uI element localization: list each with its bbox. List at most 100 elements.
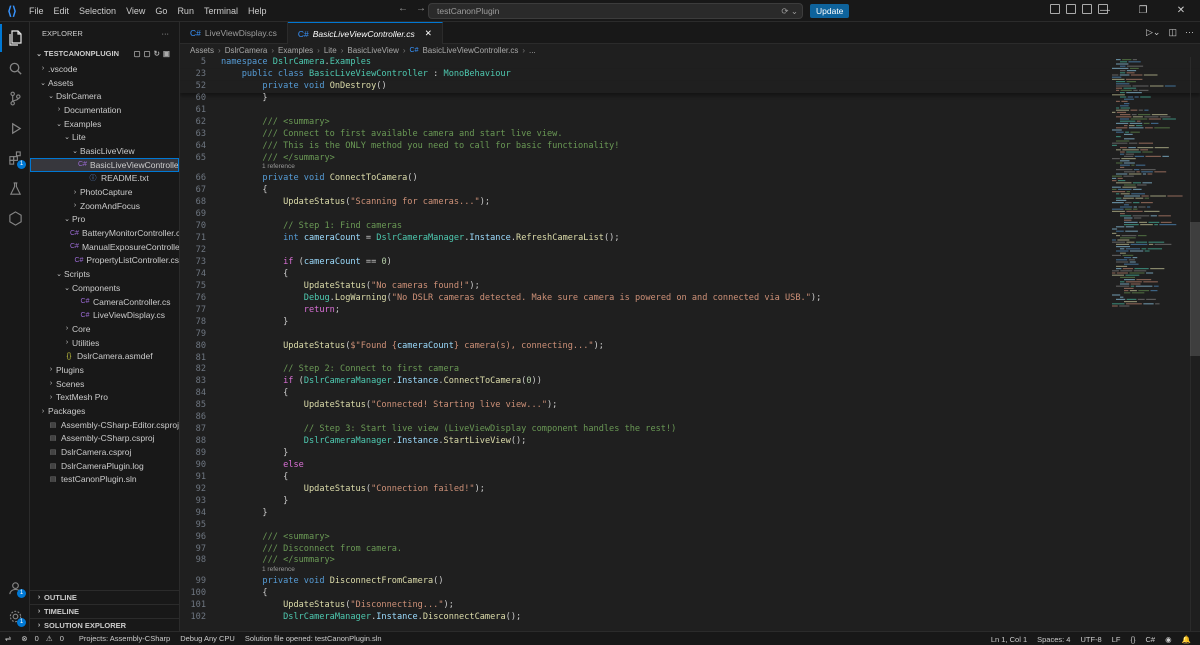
- tab-liveviewdisplay[interactable]: C# LiveViewDisplay.cs: [180, 22, 288, 44]
- code-line[interactable]: 62 /// <summary>: [180, 117, 1200, 129]
- project-indicator[interactable]: Projects: Assembly-CSharp: [74, 634, 175, 643]
- tree-folder[interactable]: › Scenes: [30, 377, 179, 391]
- tree-file[interactable]: ⓘ README.txt: [30, 172, 179, 186]
- language-mode[interactable]: C#: [1141, 635, 1161, 644]
- code-line[interactable]: 91 {: [180, 472, 1200, 484]
- code-line[interactable]: 73 if (cameraCount == 0): [180, 257, 1200, 269]
- encoding[interactable]: UTF-8: [1075, 635, 1106, 644]
- explorer-actions-icon[interactable]: ▢▢↻▣: [133, 49, 173, 58]
- editor-scrollbar[interactable]: [1190, 57, 1200, 631]
- update-button[interactable]: Update: [810, 4, 850, 18]
- tree-folder[interactable]: ⌄ BasicLiveView: [30, 144, 179, 158]
- code-line[interactable]: 88 DslrCameraManager.Instance.StartLiveV…: [180, 436, 1200, 448]
- tree-file[interactable]: C#ManualExposureController.cs: [30, 240, 179, 254]
- code-line[interactable]: 97 /// Disconnect from camera.: [180, 544, 1200, 556]
- tree-file[interactable]: C# CameraController.cs: [30, 295, 179, 309]
- tree-folder[interactable]: ⌄ Lite: [30, 130, 179, 144]
- sticky-scroll-line[interactable]: 52 private void OnDestroy(): [180, 80, 1200, 93]
- back-arrow-icon[interactable]: ←: [398, 3, 408, 14]
- code-line[interactable]: 102 DslrCameraManager.Instance.Disconnec…: [180, 612, 1200, 624]
- sticky-scroll-line[interactable]: 23 public class BasicLiveViewController …: [180, 68, 1200, 81]
- solution-explorer-section[interactable]: › SOLUTION EXPLORER: [30, 618, 179, 631]
- code-line[interactable]: 101 UpdateStatus("Disconnecting...");: [180, 600, 1200, 612]
- breadcrumb-item[interactable]: ...: [529, 46, 536, 55]
- manage-gear-icon[interactable]: 1: [0, 602, 30, 630]
- tree-folder[interactable]: ⌄ Components: [30, 281, 179, 295]
- code-line[interactable]: 76 Debug.LogWarning("No DSLR cameras det…: [180, 293, 1200, 305]
- code-line[interactable]: 72: [180, 245, 1200, 257]
- tree-file[interactable]: C# BatteryMonitorController.cs: [30, 226, 179, 240]
- code-line[interactable]: 100 {: [180, 588, 1200, 600]
- breadcrumb-item[interactable]: Lite: [324, 46, 337, 55]
- testing-icon[interactable]: [0, 174, 30, 202]
- code-line[interactable]: 70 // Step 1: Find cameras: [180, 221, 1200, 233]
- breadcrumb-item[interactable]: BasicLiveView: [347, 46, 398, 55]
- indentation[interactable]: Spaces: 4: [1032, 635, 1075, 644]
- scrollbar-thumb[interactable]: [1190, 222, 1200, 356]
- copilot-icon[interactable]: ⟳ ⌄: [781, 4, 798, 18]
- code-editor[interactable]: 5 namespace DslrCamera.Examples 23 public …: [180, 57, 1200, 631]
- code-line[interactable]: 94 }: [180, 508, 1200, 520]
- layout-customize-icon[interactable]: [1050, 4, 1060, 14]
- code-line[interactable]: 63 /// Connect to first available camera…: [180, 129, 1200, 141]
- source-control-icon[interactable]: [0, 84, 30, 112]
- notifications-bell-icon[interactable]: 🔔: [1177, 635, 1196, 644]
- accounts-icon[interactable]: 1: [0, 573, 30, 601]
- tree-folder[interactable]: › Documentation: [30, 103, 179, 117]
- more-actions-icon[interactable]: ···: [162, 29, 170, 38]
- code-line[interactable]: 60 }: [180, 93, 1200, 105]
- explorer-icon[interactable]: [0, 24, 30, 52]
- tree-folder[interactable]: › PhotoCapture: [30, 185, 179, 199]
- menu-terminal[interactable]: Terminal: [199, 0, 243, 22]
- tree-file[interactable]: ▤ DslrCamera.csproj: [30, 445, 179, 459]
- problems-indicator[interactable]: ⊗ 0 ⚠ 0: [16, 634, 74, 643]
- minimize-icon[interactable]: —: [1086, 0, 1124, 22]
- code-line[interactable]: 64 /// This is the ONLY method you need …: [180, 141, 1200, 153]
- tree-folder[interactable]: ⌄ Examples: [30, 117, 179, 131]
- workspace-root[interactable]: ⌄ TESTCANONPLUGIN ▢▢↻▣: [30, 44, 179, 62]
- code-line[interactable]: 75 UpdateStatus("No cameras found!");: [180, 281, 1200, 293]
- menu-edit[interactable]: Edit: [49, 0, 75, 22]
- close-tab-icon[interactable]: ✕: [425, 28, 432, 39]
- code-line[interactable]: 81: [180, 353, 1200, 365]
- run-debug-icon[interactable]: [0, 114, 30, 142]
- code-line[interactable]: 96 /// <summary>: [180, 532, 1200, 544]
- code-line[interactable]: 78 }: [180, 317, 1200, 329]
- sticky-scroll-line[interactable]: 5 namespace DslrCamera.Examples: [180, 57, 1200, 69]
- build-config[interactable]: Debug Any CPU: [175, 634, 240, 643]
- close-icon[interactable]: ✕: [1162, 0, 1200, 22]
- tree-folder[interactable]: ⌄ DslrCamera: [30, 89, 179, 103]
- tree-folder[interactable]: › Utilities: [30, 336, 179, 350]
- code-line[interactable]: 80 UpdateStatus($"Found {cameraCount} ca…: [180, 341, 1200, 353]
- tree-file[interactable]: {} DslrCamera.asmdef: [30, 349, 179, 363]
- tree-folder[interactable]: ⌄ Pro: [30, 213, 179, 227]
- code-line[interactable]: 71 int cameraCount = DslrCameraManager.I…: [180, 233, 1200, 245]
- menu-view[interactable]: View: [121, 0, 150, 22]
- breadcrumb-item[interactable]: BasicLiveViewController.cs: [422, 46, 518, 55]
- code-line[interactable]: 61: [180, 105, 1200, 117]
- toggle-primary-sidebar-icon[interactable]: [1066, 4, 1076, 14]
- tree-file[interactable]: C# LiveViewDisplay.cs: [30, 308, 179, 322]
- restore-icon[interactable]: ❐: [1124, 0, 1162, 22]
- tree-file[interactable]: C# PropertyListController.cs: [30, 254, 179, 268]
- breadcrumb-item[interactable]: DslrCamera: [225, 46, 268, 55]
- tree-folder[interactable]: › Packages: [30, 404, 179, 418]
- command-center-search[interactable]: testCanonPlugin ⟳ ⌄: [428, 3, 803, 19]
- menu-run[interactable]: Run: [172, 0, 199, 22]
- braces-icon[interactable]: {}: [1126, 635, 1141, 644]
- code-line[interactable]: 84 {: [180, 388, 1200, 400]
- tree-file[interactable]: ▤ testCanonPlugin.sln: [30, 473, 179, 487]
- cursor-position[interactable]: Ln 1, Col 1: [986, 635, 1032, 644]
- tree-file[interactable]: ▤ DslrCameraPlugin.log: [30, 459, 179, 473]
- code-line[interactable]: 87 // Step 3: Start live view (LiveViewD…: [180, 424, 1200, 436]
- copilot-icon[interactable]: ◉: [1160, 635, 1177, 644]
- code-line[interactable]: 90 else: [180, 460, 1200, 472]
- tree-folder[interactable]: › .vscode: [30, 62, 179, 76]
- timeline-section[interactable]: › TIMELINE: [30, 604, 179, 618]
- code-line[interactable]: 68 UpdateStatus("Scanning for cameras...…: [180, 197, 1200, 209]
- code-line[interactable]: 93 }: [180, 496, 1200, 508]
- csharp-dev-kit-icon[interactable]: [0, 204, 30, 232]
- tree-folder[interactable]: › Plugins: [30, 363, 179, 377]
- breadcrumb-item[interactable]: Examples: [278, 46, 313, 55]
- tab-basicliveviewcontroller[interactable]: C# BasicLiveViewController.cs ✕: [287, 22, 443, 44]
